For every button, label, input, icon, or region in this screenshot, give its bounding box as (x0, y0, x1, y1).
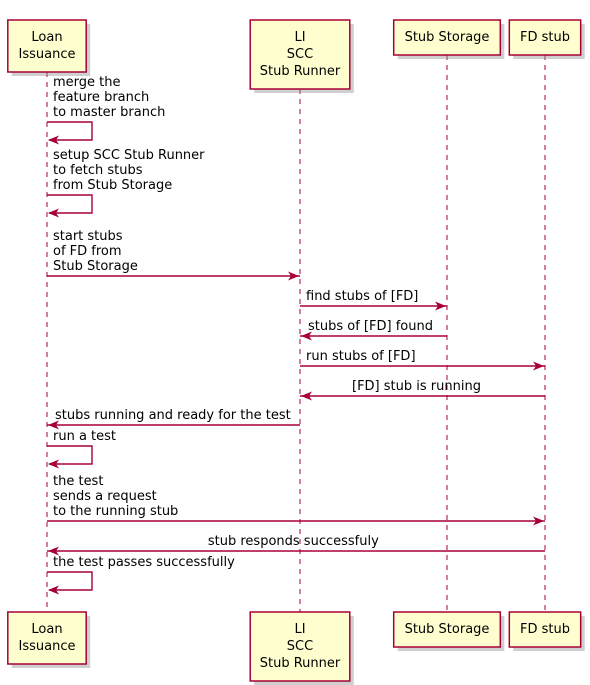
message-9[interactable]: run a test (47, 429, 116, 469)
message-8[interactable]: stubs running and ready for the test (47, 408, 300, 430)
message-label: from Stub Storage (53, 178, 172, 193)
message-label: to fetch stubs (53, 163, 143, 178)
message-label: run stubs of [FD] (306, 349, 416, 364)
sequence-diagram-svg: merge thefeature branchto master branchs… (7, 19, 585, 685)
message-label: feature branch (53, 90, 149, 105)
message-label: the test passes successfully (53, 555, 235, 570)
self-message-path (47, 194, 93, 214)
message-3[interactable]: start stubsof FD fromStub Storage (47, 229, 300, 281)
participant-fd-top[interactable]: FD stub (508, 19, 585, 59)
self-message-path (47, 571, 93, 591)
message-10[interactable]: the testsends a requestto the running st… (47, 474, 545, 526)
message-label: start stubs (53, 229, 123, 244)
messages-layer: merge thefeature branchto master branchs… (47, 75, 545, 595)
message-label: run a test (53, 429, 116, 444)
participant-label: Loan (31, 622, 62, 637)
participant-label: Loan (31, 30, 62, 45)
participant-scc-bottom[interactable]: LI SCC Stub Runner (249, 611, 354, 685)
message-label: setup SCC Stub Runner (53, 148, 205, 163)
message-label: merge the (53, 75, 121, 90)
message-label: stub responds successfuly (208, 534, 379, 549)
sequence-diagram-canvas: merge the feature branch to master branch s… (0, 0, 590, 685)
message-12[interactable]: the test passes successfully (47, 555, 235, 595)
message-label: to the running stub (53, 504, 178, 519)
message-5[interactable]: stubs of [FD] found (300, 319, 447, 341)
participant-label: Issuance (19, 639, 76, 654)
message-label: the test (53, 474, 103, 489)
participant-label: LI (294, 622, 305, 637)
participant-li-bottom[interactable]: Loan Issuance (7, 611, 91, 668)
message-label: to master branch (53, 105, 165, 120)
participant-label: Stub Storage (405, 622, 490, 637)
message-7[interactable]: [FD] stub is running (300, 379, 545, 401)
participant-scc-top[interactable]: LI SCC Stub Runner (249, 19, 354, 93)
participant-li-top[interactable]: Loan Issuance (7, 19, 91, 76)
message-label: stubs running and ready for the test (55, 408, 291, 423)
message-label: of FD from (53, 244, 122, 259)
participant-label: FD stub (520, 30, 570, 45)
participant-label: Stub Storage (405, 30, 490, 45)
message-label: find stubs of [FD] (306, 289, 418, 304)
message-4[interactable]: find stubs of [FD] (300, 289, 447, 311)
participant-storage-bottom[interactable]: Stub Storage (392, 611, 505, 651)
participant-label: Issuance (19, 47, 76, 62)
participant-box[interactable] (7, 611, 87, 665)
participant-storage-top[interactable]: Stub Storage (392, 19, 505, 59)
self-message-path (47, 121, 93, 141)
message-1[interactable]: merge thefeature branchto master branch (47, 75, 165, 145)
message-label: Stub Storage (53, 259, 138, 274)
message-label: stubs of [FD] found (308, 319, 433, 334)
message-label: [FD] stub is running (352, 379, 481, 394)
participant-label: SCC (287, 639, 313, 654)
participant-box[interactable] (7, 19, 87, 73)
message-11[interactable]: stub responds successfuly (47, 534, 545, 556)
self-message-path (47, 445, 93, 465)
message-2[interactable]: setup SCC Stub Runnerto fetch stubsfrom … (47, 148, 205, 218)
participant-label: SCC (287, 47, 313, 62)
participant-label: Stub Runner (260, 656, 341, 671)
lifelines-layer (46, 55, 546, 612)
participant-fd-bottom[interactable]: FD stub (508, 611, 585, 651)
participant-label: Stub Runner (260, 64, 341, 79)
participant-label: FD stub (520, 622, 570, 637)
message-6[interactable]: run stubs of [FD] (300, 349, 545, 371)
participant-label: LI (294, 30, 305, 45)
message-label: sends a request (53, 489, 157, 504)
